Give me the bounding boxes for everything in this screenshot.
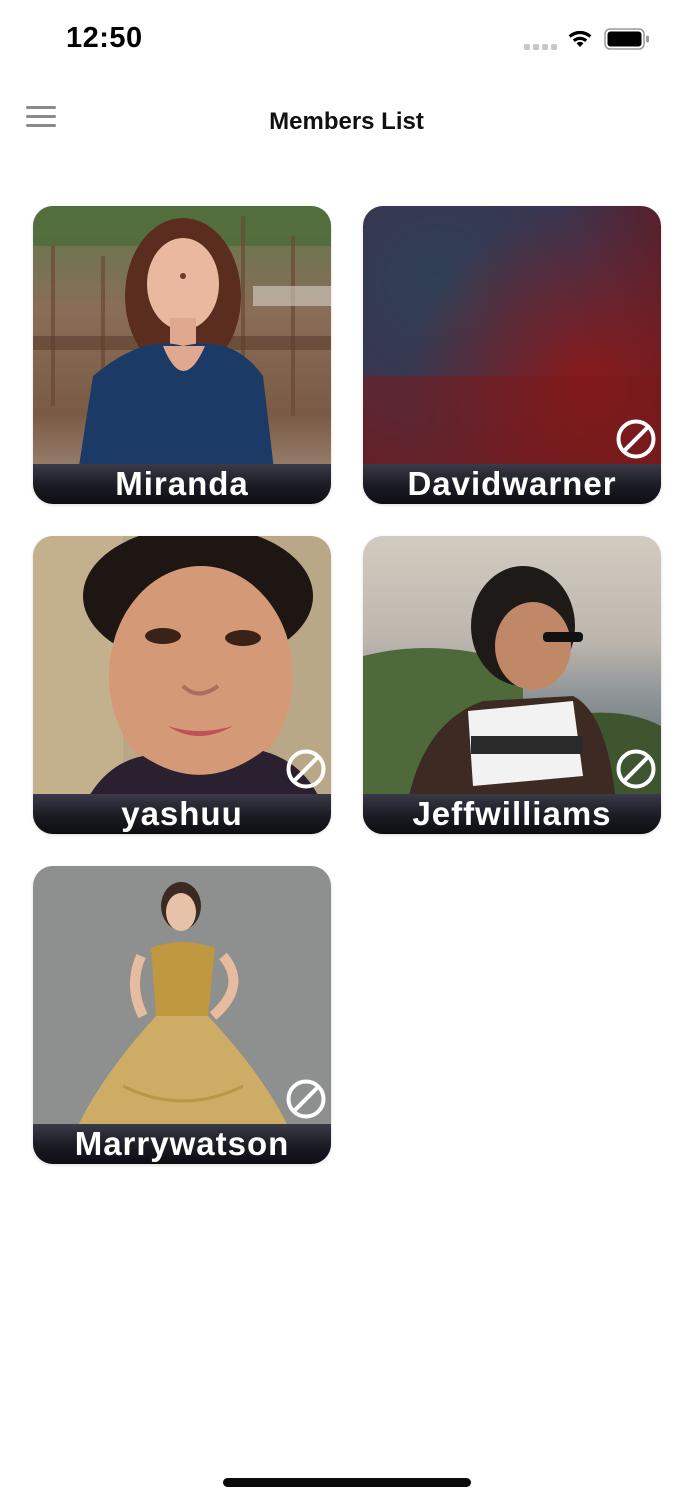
member-name: Marrywatson bbox=[74, 1124, 290, 1162]
member-name: Miranda bbox=[115, 464, 249, 502]
wifi-icon bbox=[568, 30, 592, 47]
member-card-miranda[interactable]: Miranda bbox=[33, 206, 331, 504]
block-icon[interactable] bbox=[285, 748, 327, 790]
status-time: 12:50 bbox=[66, 22, 143, 54]
member-name: Jeffwilliams bbox=[412, 794, 612, 832]
battery-icon bbox=[604, 28, 649, 50]
signal-icon bbox=[524, 44, 557, 50]
name-bar: Jeffwilliams bbox=[363, 794, 661, 834]
member-card-marrywatson[interactable]: Marrywatson bbox=[33, 866, 331, 1164]
block-icon[interactable] bbox=[615, 748, 657, 790]
name-bar: Miranda bbox=[33, 464, 331, 504]
status-bar: 12:50 bbox=[0, 0, 693, 80]
home-indicator[interactable] bbox=[223, 1478, 471, 1487]
member-card-jeffwilliams[interactable]: Jeffwilliams bbox=[363, 536, 661, 834]
block-icon[interactable] bbox=[615, 418, 657, 460]
name-bar: Davidwarner bbox=[363, 464, 661, 504]
page-title: Members List bbox=[269, 108, 424, 135]
member-card-davidwarner[interactable]: Davidwarner bbox=[363, 206, 661, 504]
name-bar: yashuu bbox=[33, 794, 331, 834]
member-name: yashuu bbox=[121, 794, 243, 832]
member-name: Davidwarner bbox=[407, 464, 617, 502]
member-photo bbox=[33, 206, 331, 504]
block-icon[interactable] bbox=[285, 1078, 327, 1120]
name-bar: Marrywatson bbox=[33, 1124, 331, 1164]
member-card-yashuu[interactable]: yashuu bbox=[33, 536, 331, 834]
